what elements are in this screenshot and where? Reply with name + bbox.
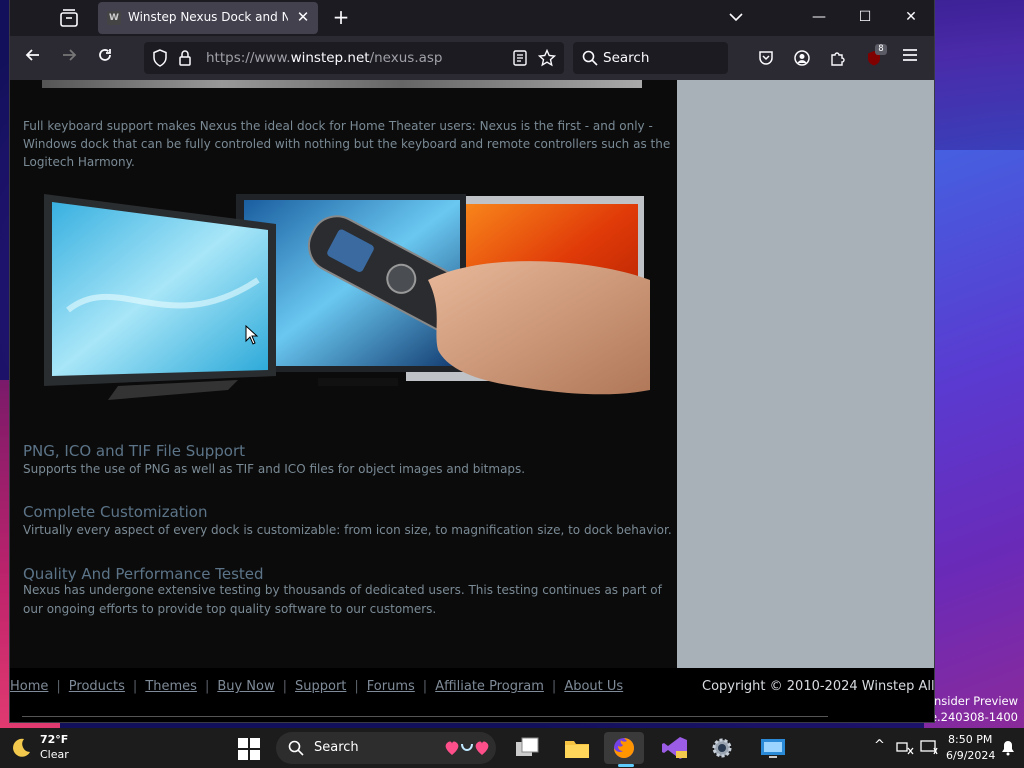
network-icon[interactable] [896, 740, 914, 760]
navigation-toolbar: https://www.winstep.net/nexus.asp Search [10, 36, 934, 80]
footer: Home | Products | Themes | Buy Now | Support | For… [10, 668, 934, 722]
extension-badge: 8 [875, 44, 887, 55]
tab-overview-icon[interactable] [58, 8, 80, 28]
pocket-icon[interactable] [758, 50, 774, 70]
reader-view-icon[interactable] [512, 50, 528, 70]
footer-link-about-us[interactable]: About Us [564, 679, 623, 694]
footer-separator: | [56, 679, 61, 694]
footer-link-support[interactable]: Support [295, 679, 346, 694]
copyright-text: Copyright © 2010-2024 Winstep All Righ [702, 679, 934, 694]
browser-window: W Winstep Nexus Dock and Nexus ✕ + — ☐ ✕ [10, 0, 934, 722]
clock-time[interactable]: 8:50 PM [948, 733, 992, 746]
main-column: Full keyboard support makes Nexus the id… [10, 80, 677, 668]
notification-bell-icon[interactable] [1001, 740, 1015, 760]
intro-paragraph: Full keyboard support makes Nexus the id… [23, 119, 671, 169]
lock-icon[interactable] [178, 49, 192, 71]
tv-remote-image [44, 194, 650, 400]
volume-icon[interactable] [920, 740, 938, 760]
feature-text-quality: Nexus has undergone extensive testing by… [23, 583, 662, 616]
clock-date[interactable]: 6/9/2024 [946, 749, 995, 762]
banner-image-bottom [42, 80, 642, 88]
taskbar-firefox-active[interactable] [604, 732, 644, 764]
page-content: Full keyboard support makes Nexus the id… [10, 80, 934, 722]
sidebar-panel [677, 80, 934, 668]
account-icon[interactable] [794, 50, 810, 70]
menu-hamburger-icon[interactable] [897, 46, 923, 70]
footer-link-forums[interactable]: Forums [367, 679, 415, 694]
taskbar-search-label: Search [314, 740, 359, 755]
search-input[interactable]: Search [573, 42, 728, 74]
search-placeholder: Search [603, 50, 650, 66]
weather-temperature[interactable]: 72°F [40, 733, 68, 746]
back-button[interactable] [20, 46, 46, 70]
file-explorer-icon[interactable] [564, 736, 590, 764]
forward-button[interactable] [56, 46, 82, 70]
footer-link-themes[interactable]: Themes [145, 679, 197, 694]
feature-title-png: PNG, ICO and TIF File Support [23, 442, 246, 460]
footer-divider [22, 716, 828, 717]
footer-link-home[interactable]: Home [10, 679, 48, 694]
extensions-icon[interactable] [830, 50, 846, 70]
footer-nav: Home | Products | Themes | Buy Now | Support | For… [10, 679, 623, 694]
remote-desktop-icon[interactable] [760, 736, 786, 764]
wallpaper-accent-right [924, 150, 1024, 728]
tab-bar: W Winstep Nexus Dock and Nexus ✕ + — ☐ ✕ [10, 0, 934, 36]
shield-icon[interactable] [152, 49, 168, 71]
tab-title: Winstep Nexus Dock and Nexus [128, 10, 288, 24]
footer-link-buy-now[interactable]: Buy Now [217, 679, 274, 694]
search-icon [288, 740, 304, 760]
reload-button[interactable] [92, 46, 118, 70]
footer-separator: | [204, 679, 210, 694]
maximize-button[interactable]: ☐ [842, 0, 888, 34]
url-text[interactable]: https://www.winstep.net/nexus.asp [206, 50, 443, 66]
taskbar: 72°F Clear Search ^ 8:50 PM 6/9/2024 [0, 728, 1024, 768]
feature-text-png: Supports the use of PNG as well as TIF a… [23, 462, 526, 476]
minimize-button[interactable]: — [796, 0, 842, 34]
start-windows-icon[interactable] [238, 738, 260, 764]
list-tabs-chevron-icon[interactable] [724, 7, 748, 27]
weather-moon-icon[interactable] [8, 736, 32, 764]
firefox-icon [613, 737, 635, 763]
close-window-button[interactable]: ✕ [888, 0, 934, 34]
footer-link-products[interactable]: Products [69, 679, 125, 694]
show-hidden-icons-chevron-icon[interactable]: ^ [874, 738, 885, 753]
search-icon [582, 50, 598, 70]
footer-separator: | [282, 679, 288, 694]
footer-separator: | [354, 679, 359, 694]
url-bar[interactable]: https://www.winstep.net/nexus.asp [144, 42, 564, 74]
feature-text-customization: Virtually every aspect of every dock is … [23, 523, 672, 537]
watermark-line1: Insider Preview [930, 694, 1018, 708]
bookmark-star-icon[interactable] [537, 48, 557, 71]
taskbar-search[interactable]: Search [276, 732, 496, 764]
favicon-icon: W [107, 11, 121, 25]
settings-gear-icon[interactable] [710, 736, 734, 764]
footer-link-affiliate[interactable]: Affiliate Program [435, 679, 544, 694]
footer-separator: | [132, 679, 138, 694]
mouse-cursor-icon [245, 325, 259, 345]
search-highlight-hearts-icon [444, 738, 490, 762]
weather-condition[interactable]: Clear [40, 748, 69, 761]
new-tab-button[interactable]: + [330, 6, 352, 28]
close-tab-icon[interactable]: ✕ [294, 8, 312, 26]
footer-separator: | [422, 679, 428, 694]
task-view-icon[interactable] [514, 736, 540, 764]
tab-active[interactable]: W Winstep Nexus Dock and Nexus ✕ [98, 2, 318, 34]
feature-title-customization: Complete Customization [23, 503, 208, 521]
active-app-indicator [618, 764, 634, 767]
visual-studio-icon[interactable] [662, 736, 688, 764]
footer-separator: | [551, 679, 557, 694]
